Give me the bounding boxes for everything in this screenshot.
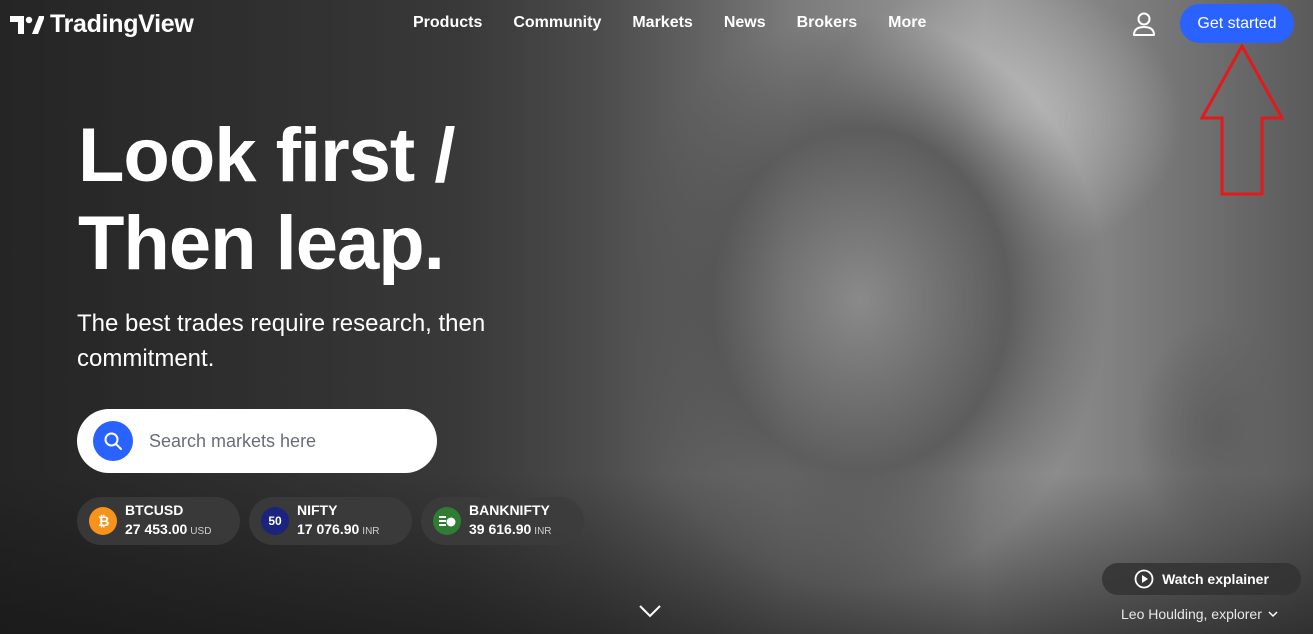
get-started-button[interactable]: Get started: [1180, 4, 1294, 43]
hero-subheadline: The best trades require research, then c…: [77, 310, 486, 372]
search-input[interactable]: Search markets here: [77, 409, 437, 473]
play-icon: [1134, 569, 1154, 589]
search-button[interactable]: [93, 421, 133, 461]
logo[interactable]: TradingView: [10, 10, 194, 39]
watch-explainer-button[interactable]: Watch explainer: [1102, 563, 1301, 595]
photo-credit-label: Leo Houlding, explorer: [1121, 606, 1262, 622]
bitcoin-icon: ₿: [89, 507, 117, 535]
ticker-symbol: NIFTY: [297, 501, 338, 518]
nav-item-news[interactable]: News: [724, 14, 766, 32]
ticker-currency: USD: [190, 525, 212, 537]
nav-item-more[interactable]: More: [888, 14, 926, 32]
tradingview-logo-icon: [10, 15, 44, 34]
photo-credit[interactable]: Leo Houlding, explorer: [1121, 606, 1278, 622]
ticker-price: 27 453.00: [125, 520, 188, 537]
ticker-nifty[interactable]: 50 NIFTY 17 076.90 INR: [249, 497, 412, 545]
watch-explainer-label: Watch explainer: [1162, 571, 1269, 587]
nav-item-markets[interactable]: Markets: [632, 14, 692, 32]
top-header: TradingView Products Community Markets N…: [0, 0, 1313, 48]
ticker-price: 17 076.90: [297, 520, 360, 537]
headline-line-1: Look first /: [78, 113, 455, 198]
banknifty-icon: [433, 507, 461, 535]
chevron-down-icon: [1268, 611, 1278, 618]
annotation-arrow-icon: [1200, 44, 1284, 196]
ticker-symbol: BANKNIFTY: [469, 501, 550, 518]
search-icon: [104, 432, 122, 450]
nav-item-products[interactable]: Products: [413, 14, 482, 32]
logo-text: TradingView: [50, 10, 194, 38]
headline-line-2: Then leap.: [78, 201, 445, 286]
nifty-50-icon: 50: [261, 507, 289, 535]
chevron-down-icon[interactable]: [638, 603, 662, 619]
nav-item-community[interactable]: Community: [513, 14, 601, 32]
hero-headline: Look first / Then leap.: [78, 112, 455, 288]
search-placeholder: Search markets here: [149, 430, 317, 451]
ticker-btcusd[interactable]: ₿ BTCUSD 27 453.00 USD: [77, 497, 240, 545]
ticker-currency: INR: [362, 525, 380, 537]
ticker-price: 39 616.90: [469, 520, 532, 537]
ticker-symbol: BTCUSD: [125, 501, 184, 518]
user-icon[interactable]: [1132, 11, 1156, 37]
ticker-currency: INR: [534, 525, 552, 537]
svg-text:₿: ₿: [98, 514, 109, 529]
nav-item-brokers[interactable]: Brokers: [797, 14, 857, 32]
main-nav: Products Community Markets News Brokers …: [413, 14, 926, 32]
ticker-list: ₿ BTCUSD 27 453.00 USD 50 NIFTY 17 076.90…: [77, 497, 584, 545]
ticker-banknifty[interactable]: BANKNIFTY 39 616.90 INR: [421, 497, 584, 545]
